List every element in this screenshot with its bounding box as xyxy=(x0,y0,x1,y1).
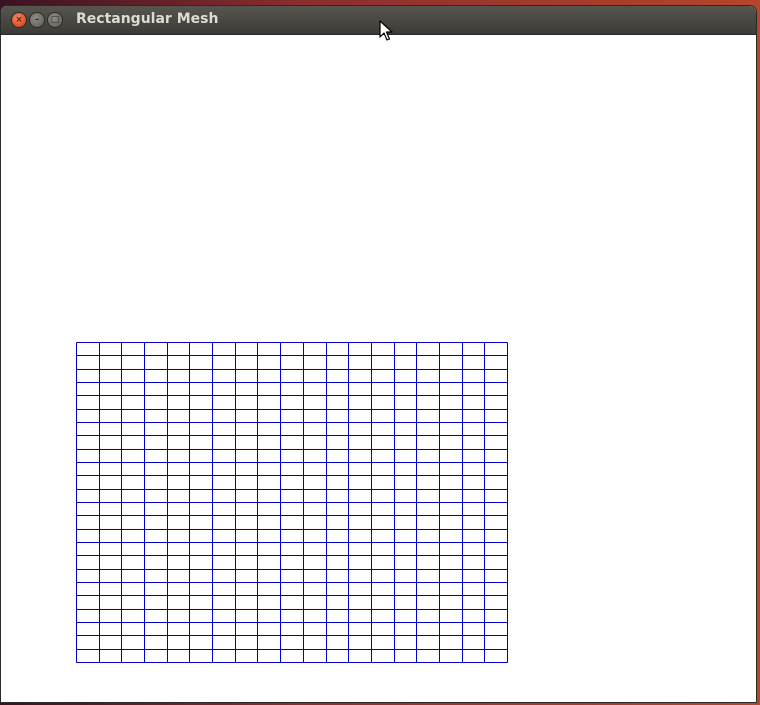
rectangular-mesh xyxy=(76,342,508,663)
minimize-icon[interactable]: – xyxy=(30,13,44,27)
close-icon[interactable]: × xyxy=(12,13,26,27)
app-window: × – □ Rectangular Mesh xyxy=(1,6,756,702)
window-title: Rectangular Mesh xyxy=(76,11,219,27)
maximize-icon[interactable]: □ xyxy=(48,13,62,27)
drawing-canvas[interactable] xyxy=(1,35,756,702)
mouse-pointer-icon xyxy=(379,20,393,41)
